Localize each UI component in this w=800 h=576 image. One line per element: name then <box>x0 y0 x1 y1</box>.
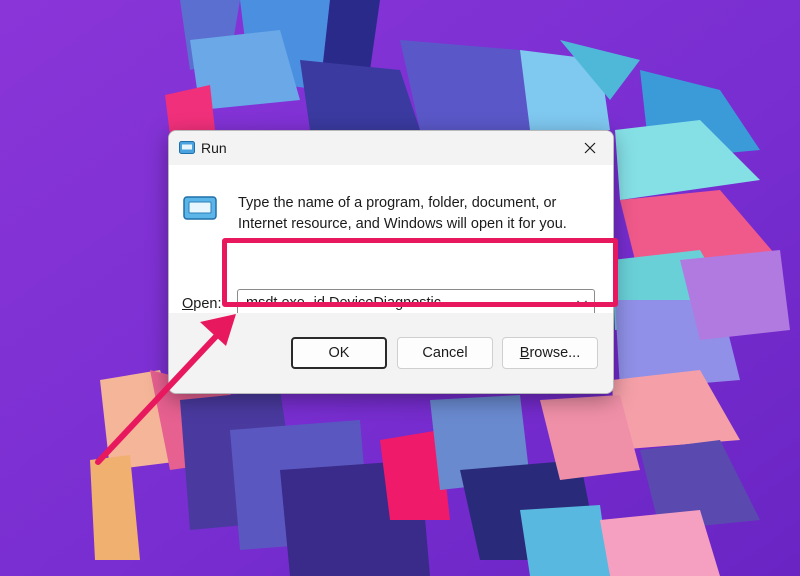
close-button[interactable] <box>567 131 613 165</box>
prompt-line-1: Type the name of a program, folder, docu… <box>238 195 557 211</box>
prompt-line-2: Internet resource, and Windows will open… <box>238 216 567 232</box>
ok-button[interactable]: OK <box>291 337 387 369</box>
open-label: Open: <box>182 296 222 312</box>
run-icon <box>179 141 195 154</box>
close-icon <box>584 142 596 154</box>
cancel-button[interactable]: Cancel <box>397 337 493 369</box>
open-accelerator: O <box>182 296 194 312</box>
browse-button[interactable]: Browse... <box>502 337 598 369</box>
prompt-text: Type the name of a program, folder, docu… <box>238 193 598 235</box>
run-large-icon <box>183 196 217 220</box>
annotation-highlight-box <box>222 238 618 307</box>
window-title: Run <box>201 140 227 156</box>
dialog-footer: OK Cancel Browse... <box>169 313 613 393</box>
title-bar[interactable]: Run <box>169 131 613 165</box>
browse-accelerator: B <box>519 345 530 361</box>
